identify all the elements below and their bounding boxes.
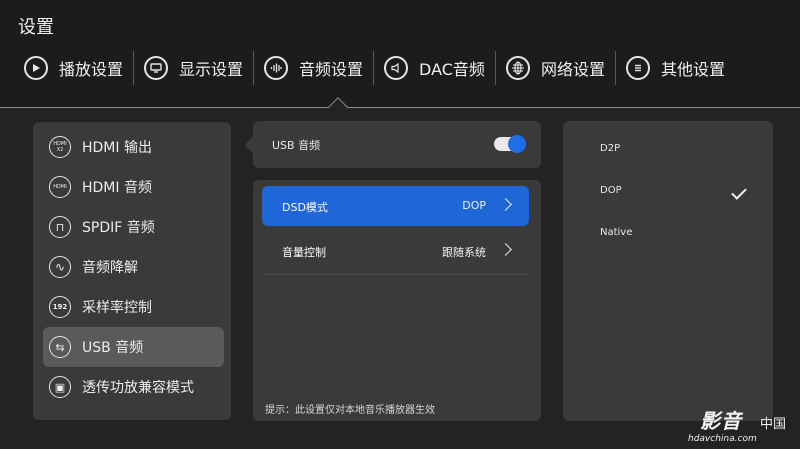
sidebar-item-label: HDMI 音频 xyxy=(82,180,152,196)
usb-audio-toggle[interactable] xyxy=(494,135,526,153)
menu-icon xyxy=(625,56,650,80)
watermark-cn: 中国 xyxy=(760,417,787,432)
sidebar-item-passthrough-mode[interactable]: ▣ 透传功放兼容模式 xyxy=(43,367,224,407)
toggle-knob xyxy=(508,135,526,153)
usb-icon: ⇆ xyxy=(49,336,71,358)
tab-playback[interactable]: 播放设置 xyxy=(14,50,133,86)
choice-dop[interactable]: DOP xyxy=(600,185,622,196)
play-icon xyxy=(24,56,48,80)
tab-label: 显示设置 xyxy=(179,60,244,79)
sidebar-item-hdmi-output[interactable]: HDMI X2 HDMI 输出 xyxy=(43,127,224,167)
globe-icon xyxy=(505,56,530,80)
display-icon xyxy=(144,56,169,80)
dsd-mode-choices: D2P DOP Native xyxy=(563,121,773,421)
sidebar-item-label: 音频降解 xyxy=(82,260,138,276)
option-volume-control[interactable]: 音量控制 跟随系统 xyxy=(262,231,529,271)
tab-label: 音频设置 xyxy=(299,60,364,79)
sample-rate-icon: 192 xyxy=(49,296,71,318)
tab-other[interactable]: 其他设置 xyxy=(616,50,735,86)
chevron-right-icon xyxy=(499,198,512,211)
watermark-url: hdavchina.com xyxy=(688,434,757,444)
option-dsd-mode[interactable]: DSD模式 DOP xyxy=(262,186,529,226)
waveform-icon: ∿ xyxy=(49,256,71,278)
sidebar-item-audio-downmix[interactable]: ∿ 音频降解 xyxy=(43,247,224,287)
hint-text: 提示：此设置仅对本地音乐播放器生效 xyxy=(265,405,435,416)
audio-wave-icon xyxy=(264,56,289,80)
sidebar-item-sample-rate[interactable]: 192 采样率控制 xyxy=(43,287,224,327)
sidebar-item-usb-audio[interactable]: ⇆ USB 音频 xyxy=(43,327,224,367)
hdmi-x2-icon: HDMI X2 xyxy=(49,136,71,158)
sidebar: HDMI X2 HDMI 输出 HDMI HDMI 音频 ⊓ SPDIF 音频 … xyxy=(33,122,231,420)
choice-native[interactable]: Native xyxy=(600,227,632,238)
option-value: 跟随系统 xyxy=(442,246,486,259)
amp-icon: ▣ xyxy=(49,376,71,398)
watermark: 影音 中国 hdavchina.com xyxy=(688,405,796,447)
sidebar-item-label: 采样率控制 xyxy=(82,300,152,316)
tab-display[interactable]: 显示设置 xyxy=(134,50,253,86)
tab-label: 网络设置 xyxy=(540,60,605,79)
checkmark-icon xyxy=(731,184,747,200)
sidebar-item-label: SPDIF 音频 xyxy=(82,220,155,236)
choice-d2p[interactable]: D2P xyxy=(600,143,620,154)
tab-label: 其他设置 xyxy=(660,60,725,79)
tab-network[interactable]: 网络设置 xyxy=(496,50,615,86)
hdmi-icon: HDMI xyxy=(49,176,71,198)
top-bar: 设置 播放设置 显示设置 音频设置 DAC音频 网络设置 其他设置 xyxy=(0,0,800,108)
usb-audio-label: USB 音频 xyxy=(272,139,321,152)
sidebar-item-spdif-audio[interactable]: ⊓ SPDIF 音频 xyxy=(43,207,224,247)
sidebar-item-label: HDMI 输出 xyxy=(82,140,152,156)
page-title: 设置 xyxy=(18,17,54,38)
sidebar-item-hdmi-audio[interactable]: HDMI HDMI 音频 xyxy=(43,167,224,207)
usb-options-panel: DSD模式 DOP 音量控制 跟随系统 提示：此设置仅对本地音乐播放器生效 xyxy=(253,180,541,421)
tab-label: DAC音频 xyxy=(419,60,485,79)
option-label: 音量控制 xyxy=(282,246,326,259)
tab-audio[interactable]: 音频设置 xyxy=(254,50,373,86)
chevron-right-icon xyxy=(499,243,512,256)
watermark-logo: 影音 xyxy=(700,409,742,433)
spdif-icon: ⊓ xyxy=(49,216,71,238)
divider xyxy=(262,274,529,275)
tab-label: 播放设置 xyxy=(59,60,124,79)
option-value: DOP xyxy=(462,199,486,212)
option-label: DSD模式 xyxy=(282,201,328,214)
tab-dac-audio[interactable]: DAC音频 xyxy=(374,50,495,86)
sidebar-item-label: 透传功放兼容模式 xyxy=(82,380,194,396)
settings-tabs: 播放设置 显示设置 音频设置 DAC音频 网络设置 其他设置 xyxy=(14,48,735,88)
speaker-icon xyxy=(384,56,409,80)
sidebar-item-label: USB 音频 xyxy=(82,340,144,356)
panel-pointer xyxy=(244,136,262,154)
usb-audio-toggle-row[interactable]: USB 音频 xyxy=(244,121,541,168)
